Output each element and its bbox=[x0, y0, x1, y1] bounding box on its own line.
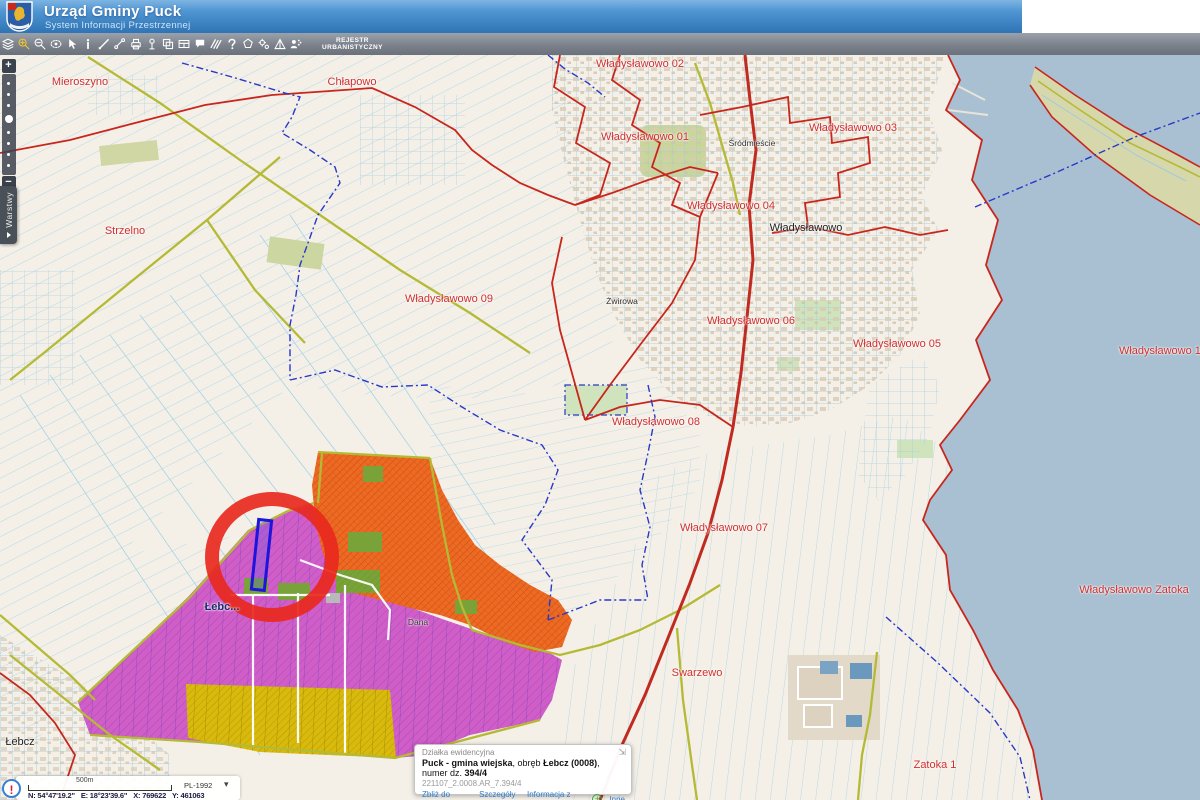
info-tool-button[interactable] bbox=[80, 34, 96, 54]
map-viewport[interactable]: MieroszynoChłapowoWładysławowo 02Władysł… bbox=[0, 55, 1200, 800]
zoom-in-icon bbox=[17, 37, 31, 51]
plus-icon[interactable]: + bbox=[592, 794, 602, 800]
measure-tool-button[interactable] bbox=[112, 34, 128, 54]
polygon-tool-button[interactable] bbox=[240, 34, 256, 54]
crs-selector[interactable]: PL-1992 bbox=[184, 781, 212, 790]
zoom-level-dot[interactable] bbox=[7, 131, 10, 134]
settings-icon bbox=[257, 37, 271, 51]
header-banner: Urząd Gminy Puck System Informacji Przes… bbox=[0, 0, 1022, 33]
scale-coordinates-panel: 500m PL-1992 ▾ N: 54°47'19.2"E: 18°23'39… bbox=[16, 776, 240, 800]
cursor-icon bbox=[65, 37, 79, 51]
zoom-in-button[interactable]: + bbox=[2, 59, 16, 73]
zoom-out-icon bbox=[33, 37, 47, 51]
parcel-info-popup: Działka ewidencyjna ⇲ Puck - gmina wiejs… bbox=[414, 744, 632, 795]
layers-tool-button[interactable] bbox=[0, 34, 16, 54]
app-title: Urząd Gminy Puck bbox=[44, 3, 181, 20]
zoom-level-current[interactable] bbox=[5, 115, 13, 123]
layers-icon bbox=[1, 37, 15, 51]
hatch-tool-button[interactable] bbox=[208, 34, 224, 54]
popup-close-icon[interactable]: ⇲ bbox=[618, 748, 626, 756]
copy-icon bbox=[161, 37, 175, 51]
parcel-description: Puck - gmina wiejska, obręb Łebcz (0008)… bbox=[422, 758, 625, 778]
zoom-level-dot[interactable] bbox=[7, 82, 10, 85]
zoom-level-dot[interactable] bbox=[7, 164, 10, 167]
draw-line-tool-button[interactable] bbox=[96, 34, 112, 54]
settings-tool-button[interactable] bbox=[256, 34, 272, 54]
panels-tool-button[interactable] bbox=[176, 34, 192, 54]
zoom-level-dot[interactable] bbox=[7, 93, 10, 96]
select-ellipse-icon bbox=[49, 37, 63, 51]
user-comment-tool-button[interactable] bbox=[288, 34, 304, 54]
zoom-level-dot[interactable] bbox=[7, 104, 10, 107]
draw-line-icon bbox=[97, 37, 111, 51]
chevron-down-icon[interactable]: ▾ bbox=[224, 779, 229, 790]
print-tool-button[interactable] bbox=[128, 34, 144, 54]
zoom-in-tool-button[interactable] bbox=[16, 34, 32, 54]
warning-icon[interactable]: ! bbox=[2, 779, 21, 798]
hatch-icon bbox=[209, 37, 223, 51]
pin-icon bbox=[145, 37, 159, 51]
popup-link[interactable]: Informacja z planu bbox=[527, 790, 585, 800]
expand-arrow-icon bbox=[7, 232, 11, 238]
zoom-slider: + − bbox=[1, 59, 16, 190]
plant-site bbox=[788, 655, 880, 740]
comment-tool-button[interactable] bbox=[192, 34, 208, 54]
popup-link[interactable]: Zbliż do obiektu bbox=[422, 790, 472, 800]
select-ellipse-tool-button[interactable] bbox=[48, 34, 64, 54]
rejestr-urbanistyczny-button[interactable]: REJESTR URBANISTYCZNY bbox=[316, 35, 389, 53]
map-canvas bbox=[0, 55, 1200, 800]
comment-icon bbox=[193, 37, 207, 51]
zoom-level-dot[interactable] bbox=[7, 142, 10, 145]
prism-tool-button[interactable] bbox=[272, 34, 288, 54]
zoom-level-dot[interactable] bbox=[7, 153, 10, 156]
popup-link[interactable]: Szczegóły (i) bbox=[479, 790, 520, 800]
layers-panel-tab[interactable]: Warstwy bbox=[0, 186, 17, 244]
layers-tab-label: Warstwy bbox=[4, 192, 14, 228]
cursor-tool-button[interactable] bbox=[64, 34, 80, 54]
info-icon bbox=[81, 37, 95, 51]
gis-application: Urząd Gminy Puck System Informacji Przes… bbox=[0, 0, 1200, 800]
scale-value: 500m bbox=[76, 777, 94, 784]
app-subtitle: System Informacji Przestrzennej bbox=[45, 20, 191, 31]
prism-icon bbox=[273, 37, 287, 51]
user-comment-icon bbox=[289, 37, 303, 51]
zoom-out-tool-button[interactable] bbox=[32, 34, 48, 54]
popup-link[interactable]: Inne bbox=[609, 795, 625, 800]
popup-actions: Zbliż do obiektu Szczegóły (i) Informacja … bbox=[422, 790, 625, 800]
copy-tool-button[interactable] bbox=[160, 34, 176, 54]
polygon-icon bbox=[241, 37, 255, 51]
print-icon bbox=[129, 37, 143, 51]
main-toolbar: REJESTR URBANISTYCZNY bbox=[0, 33, 1200, 56]
measure-icon bbox=[113, 37, 127, 51]
popup-title: Działka ewidencyjna bbox=[422, 748, 625, 757]
cursor-coordinates: N: 54°47'19.2"E: 18°23'39.6"X: 769622Y: … bbox=[28, 791, 238, 800]
header-white-gap bbox=[1022, 0, 1200, 33]
help-tool-button[interactable] bbox=[224, 34, 240, 54]
parcel-identifier: 221107_2.0008.AR_7.394/4 bbox=[422, 779, 625, 788]
panels-icon bbox=[177, 37, 191, 51]
zoom-slider-track[interactable] bbox=[2, 74, 16, 175]
coat-of-arms-logo bbox=[6, 1, 33, 32]
help-icon bbox=[225, 37, 239, 51]
pin-tool-button[interactable] bbox=[144, 34, 160, 54]
